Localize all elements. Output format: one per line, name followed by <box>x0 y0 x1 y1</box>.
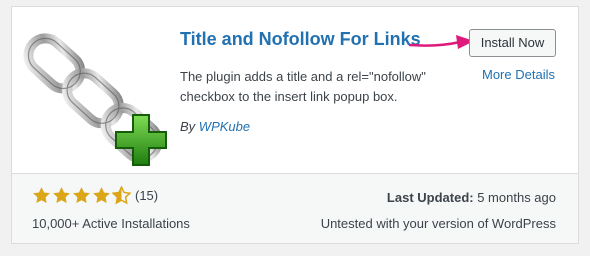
star-filled-icon <box>33 187 50 204</box>
active-installations: 10,000+ Active Installations <box>32 216 190 231</box>
plugin-card: Title and Nofollow For Links Install Now… <box>11 6 579 244</box>
install-now-button[interactable]: Install Now <box>469 29 556 57</box>
more-details-link[interactable]: More Details <box>482 67 555 82</box>
plugin-card-top: Title and Nofollow For Links Install Now… <box>12 7 578 173</box>
compatibility-status: Untested with your version of WordPress <box>320 216 556 231</box>
star-filled-icon <box>73 187 90 204</box>
plugin-title-link[interactable]: Title and Nofollow For Links <box>180 29 421 50</box>
rating-count: (15) <box>135 188 159 203</box>
star-half-icon <box>112 186 131 205</box>
star-filled-icon <box>53 187 70 204</box>
star-filled-icon <box>93 187 110 204</box>
star-rating: (15) <box>32 186 158 205</box>
last-updated-value: 5 months ago <box>477 190 556 205</box>
arrow-annotation-icon <box>408 35 474 49</box>
plugin-card-footer: (15) 10,000+ Active Installations Last U… <box>12 173 578 243</box>
last-updated-label: Last Updated: <box>386 190 474 205</box>
plugin-author: By WPKube <box>180 119 250 134</box>
author-link[interactable]: WPKube <box>199 119 250 134</box>
chain-link-plus-icon[interactable] <box>20 21 170 171</box>
last-updated: Last Updated: 5 months ago <box>387 190 556 205</box>
plugin-description: The plugin adds a title and a rel="nofol… <box>180 69 426 104</box>
author-prefix: By <box>180 119 196 134</box>
